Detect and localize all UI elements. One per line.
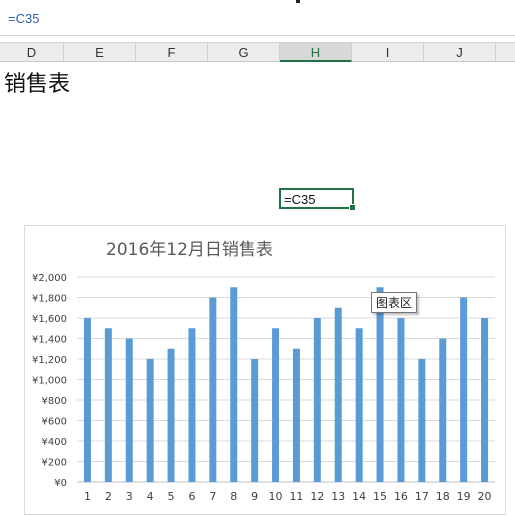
column-header-i[interactable]: I <box>352 43 424 62</box>
x-tick-label: 6 <box>188 490 195 503</box>
bar <box>418 359 426 482</box>
active-cell-h[interactable]: =C35 <box>279 188 356 211</box>
fill-handle[interactable] <box>349 204 356 211</box>
bar <box>83 318 91 482</box>
bar <box>334 307 342 482</box>
bar <box>251 359 259 482</box>
bar <box>188 328 196 482</box>
bar <box>355 328 363 482</box>
column-header-j[interactable]: J <box>424 43 496 62</box>
column-header-h[interactable]: H <box>280 43 352 62</box>
bar <box>439 338 447 482</box>
x-tick-label: 3 <box>126 490 133 503</box>
bar <box>376 287 384 482</box>
bar <box>104 328 112 482</box>
x-tick-label: 12 <box>310 490 324 503</box>
chart-area-tooltip: 图表区 <box>371 292 418 313</box>
x-tick-label: 8 <box>230 490 237 503</box>
column-header-f[interactable]: F <box>136 43 208 62</box>
x-tick-label: 1 <box>84 490 91 503</box>
bar <box>146 359 154 482</box>
y-tick-label: ¥2,000 <box>32 273 67 284</box>
x-tick-label: 15 <box>373 490 387 503</box>
bar <box>292 348 300 482</box>
bar <box>313 318 321 482</box>
column-header-row: DEFGHIJ <box>0 42 515 62</box>
y-tick-label: ¥1,000 <box>32 376 67 387</box>
x-tick-label: 20 <box>478 490 492 503</box>
chart-area[interactable]: 2016年12月日销售表 ¥0 ¥200 ¥400 ¥600 ¥800 ¥1,000 ¥1,2… <box>24 225 506 515</box>
bar <box>460 297 468 482</box>
x-tick-label: 10 <box>269 490 283 503</box>
y-tick-label: ¥600 <box>42 417 67 428</box>
y-tick-label: ¥1,800 <box>32 294 67 305</box>
bar <box>209 297 217 482</box>
y-tick-label: ¥1,400 <box>32 335 67 346</box>
formula-input[interactable]: =C35 <box>8 11 39 26</box>
y-tick-label: ¥400 <box>42 437 67 448</box>
formula-bar[interactable]: =C35 <box>0 0 515 36</box>
y-tick-label: ¥800 <box>42 396 67 407</box>
column-header-g[interactable]: G <box>208 43 280 62</box>
window-resize-tick <box>296 0 300 3</box>
active-cell-text: =C35 <box>284 192 316 207</box>
sheet-title-cell[interactable]: 销售表 <box>4 66 70 98</box>
x-tick-label: 4 <box>147 490 154 503</box>
x-tick-label: 5 <box>168 490 175 503</box>
x-tick-label: 9 <box>251 490 258 503</box>
column-header-d[interactable]: D <box>0 43 64 62</box>
y-tick-label: ¥1,200 <box>32 355 67 366</box>
x-tick-label: 11 <box>289 490 303 503</box>
x-tick-label: 17 <box>415 490 429 503</box>
x-tick-label: 13 <box>331 490 345 503</box>
bar <box>230 287 238 482</box>
x-tick-label: 16 <box>394 490 408 503</box>
x-tick-label: 14 <box>352 490 366 503</box>
bar <box>481 318 489 482</box>
bar <box>125 338 133 482</box>
x-tick-label: 2 <box>105 490 112 503</box>
chart-title: 2016年12月日销售表 <box>106 240 273 260</box>
y-tick-label: ¥200 <box>42 458 67 469</box>
x-tick-label: 19 <box>457 490 471 503</box>
x-tick-label: 18 <box>436 490 450 503</box>
y-tick-label: ¥0 <box>54 478 67 489</box>
bar-chart: 2016年12月日销售表 ¥0 ¥200 ¥400 ¥600 ¥800 ¥1,000 ¥1,2… <box>32 240 495 503</box>
y-tick-label: ¥1,600 <box>32 314 67 325</box>
bar <box>397 318 405 482</box>
column-header-e[interactable]: E <box>64 43 136 62</box>
bar <box>167 348 175 482</box>
bar <box>272 328 280 482</box>
x-tick-label: 7 <box>209 490 216 503</box>
